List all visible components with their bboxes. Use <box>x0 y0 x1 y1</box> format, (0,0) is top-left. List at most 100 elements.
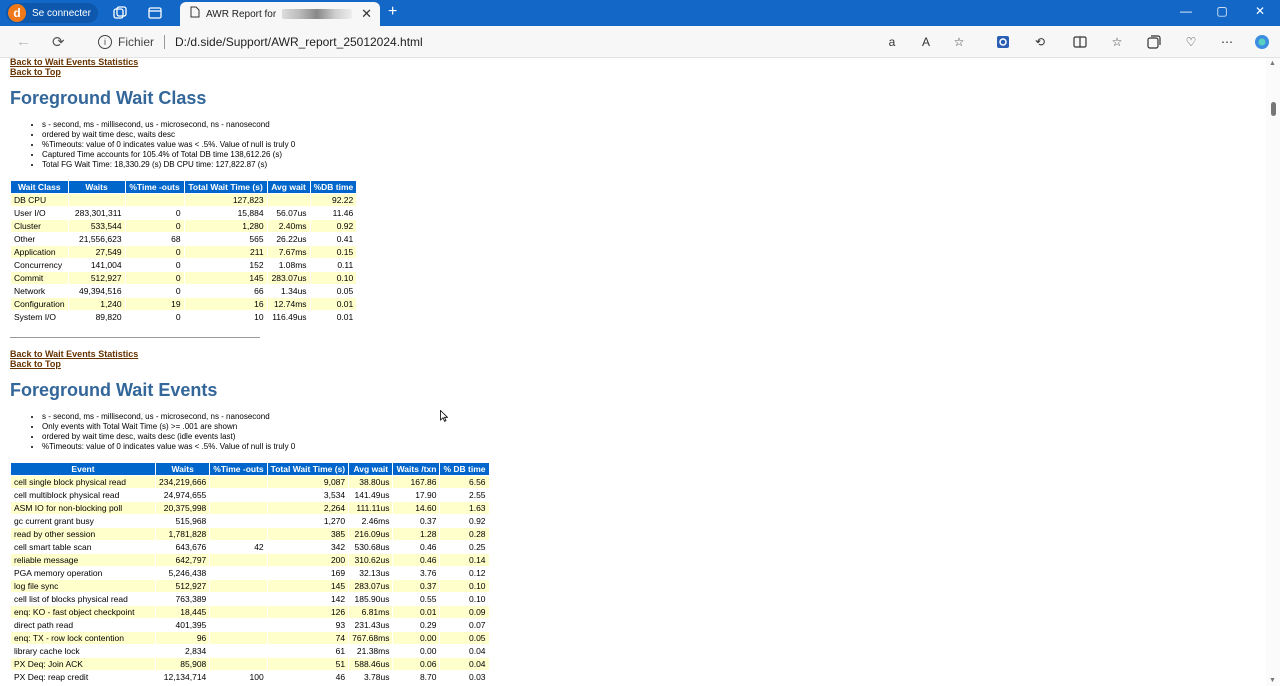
column-header: Total Wait Time (s) <box>184 181 267 193</box>
table-cell: Cluster <box>11 220 68 232</box>
table-cell: 0 <box>125 207 184 219</box>
wait-class-notes: s - second, ms - millisecond, us - micro… <box>32 120 295 170</box>
table-cell: 0 <box>125 220 184 232</box>
close-window-icon[interactable]: ✕ <box>1250 4 1270 18</box>
column-header: Waits <box>156 463 210 475</box>
info-icon[interactable]: i <box>98 35 112 49</box>
favorites-list-icon[interactable]: ☆ <box>1109 34 1125 50</box>
table-cell: PGA memory operation <box>11 567 155 579</box>
table-cell <box>210 645 267 657</box>
profile-button[interactable]: d Se connecter <box>6 3 98 23</box>
address-bar[interactable]: i Fichier D:/d.side/Support/AWR_report_2… <box>90 30 870 54</box>
workspaces-icon[interactable] <box>112 5 128 21</box>
table-cell: 51 <box>267 658 349 670</box>
extensions-icon[interactable]: ⟲ <box>1032 34 1048 50</box>
table-cell: 401,395 <box>156 619 210 631</box>
table-cell: 283.07us <box>349 580 393 592</box>
column-header: Waits /txn <box>393 463 440 475</box>
table-cell: 61 <box>267 645 349 657</box>
back-icon[interactable]: ← <box>16 33 31 50</box>
table-cell: 49,394,516 <box>68 285 125 297</box>
extension-icon[interactable] <box>995 34 1011 50</box>
table-cell: 234,219,666 <box>156 476 210 488</box>
table-cell: Network <box>11 285 68 297</box>
table-cell: 2,834 <box>156 645 210 657</box>
table-row: cell list of blocks physical read 763,389… <box>11 593 489 605</box>
table-cell: 0.04 <box>440 645 489 657</box>
table-cell: 2.55 <box>440 489 489 501</box>
table-cell: 11.46 <box>310 207 357 219</box>
table-cell: log file sync <box>11 580 155 592</box>
url-text[interactable]: D:/d.side/Support/AWR_report_25012024.ht… <box>175 35 423 49</box>
table-cell: 93 <box>267 619 349 631</box>
table-cell: 512,927 <box>156 580 210 592</box>
table-cell: enq: KO - fast object checkpoint <box>11 606 155 618</box>
tab-awr-report[interactable]: AWR Report for ✕ <box>180 2 380 26</box>
table-cell: 74 <box>267 632 349 644</box>
table-cell: 111.11us <box>349 502 393 514</box>
table-cell: 26.22us <box>267 233 310 245</box>
table-cell: 231.43us <box>349 619 393 631</box>
refresh-icon[interactable]: ⟳ <box>52 33 65 51</box>
split-screen-icon[interactable] <box>1072 34 1088 50</box>
tab-title-redacted <box>282 9 353 19</box>
table-cell: 0.41 <box>310 233 357 245</box>
table-row: enq: KO - fast object checkpoint 18,445 12… <box>11 606 489 618</box>
address-separator <box>164 35 166 49</box>
more-options-icon[interactable]: ⋯ <box>1219 34 1235 50</box>
table-cell: 0.12 <box>440 567 489 579</box>
table-cell: 533,544 <box>68 220 125 232</box>
scrollbar-thumb[interactable] <box>1271 102 1276 116</box>
table-cell: gc current grant busy <box>11 515 155 527</box>
table-cell: 3.76 <box>393 567 440 579</box>
vertical-scrollbar[interactable]: ▲ ▼ <box>1266 58 1280 686</box>
table-cell: 0 <box>125 259 184 271</box>
section-divider <box>10 337 260 338</box>
table-cell <box>210 502 267 514</box>
table-cell: 310.62us <box>349 554 393 566</box>
table-row: log file sync 512,927 145 283.07us 0.37 0.10 <box>11 580 489 592</box>
table-cell: 145 <box>184 272 267 284</box>
maximize-icon[interactable]: ▢ <box>1212 4 1232 18</box>
table-cell: 0.04 <box>440 658 489 670</box>
table-row: Configuration 1,240 19 16 12.74ms 0.01 <box>11 298 357 310</box>
profile-avatar: d <box>8 4 26 22</box>
back-to-wait-events-statistics-link[interactable]: Back to Wait Events Statistics <box>10 58 138 67</box>
collections-icon[interactable] <box>1146 34 1162 50</box>
translate-icon[interactable]: a <box>884 34 900 50</box>
table-cell: 1,270 <box>267 515 349 527</box>
table-cell: 141.49us <box>349 489 393 501</box>
table-cell: 512,927 <box>68 272 125 284</box>
table-row: ASM IO for non-blocking poll 20,375,998 2,… <box>11 502 489 514</box>
table-row: cell smart table scan 643,676 42 342 530.68u… <box>11 541 489 553</box>
table-row: read by other session 1,781,828 385 216.09u… <box>11 528 489 540</box>
scroll-up-icon[interactable]: ▲ <box>1269 60 1276 67</box>
table-cell: 167.86 <box>393 476 440 488</box>
table-cell: cell smart table scan <box>11 541 155 553</box>
table-cell: 1,781,828 <box>156 528 210 540</box>
table-cell: 19 <box>125 298 184 310</box>
read-aloud-icon[interactable]: A <box>918 34 934 50</box>
table-cell <box>210 489 267 501</box>
minimize-icon[interactable]: — <box>1176 4 1196 18</box>
new-tab-icon[interactable]: + <box>388 3 397 21</box>
scroll-down-icon[interactable]: ▼ <box>1269 677 1276 684</box>
table-cell: 0.10 <box>440 593 489 605</box>
table-cell: 0.92 <box>310 220 357 232</box>
table-cell: 6.56 <box>440 476 489 488</box>
table-cell: 515,968 <box>156 515 210 527</box>
browser-essentials-icon[interactable]: ♡ <box>1183 34 1199 50</box>
table-cell <box>210 619 267 631</box>
table-cell: 116.49us <box>267 311 310 323</box>
back-to-top-link[interactable]: Back to Top <box>10 67 61 77</box>
table-cell: 85,908 <box>156 658 210 670</box>
back-to-wait-events-statistics-link-2[interactable]: Back to Wait Events Statistics <box>10 349 138 359</box>
close-tab-icon[interactable]: ✕ <box>361 6 372 22</box>
column-header: Total Wait Time (s) <box>267 463 349 475</box>
tab-actions-icon[interactable] <box>147 5 163 21</box>
favorite-icon[interactable]: ☆ <box>951 34 967 50</box>
table-cell: 32.13us <box>349 567 393 579</box>
copilot-icon[interactable] <box>1254 34 1270 50</box>
back-to-top-link-2[interactable]: Back to Top <box>10 359 61 369</box>
table-cell: ASM IO for non-blocking poll <box>11 502 155 514</box>
